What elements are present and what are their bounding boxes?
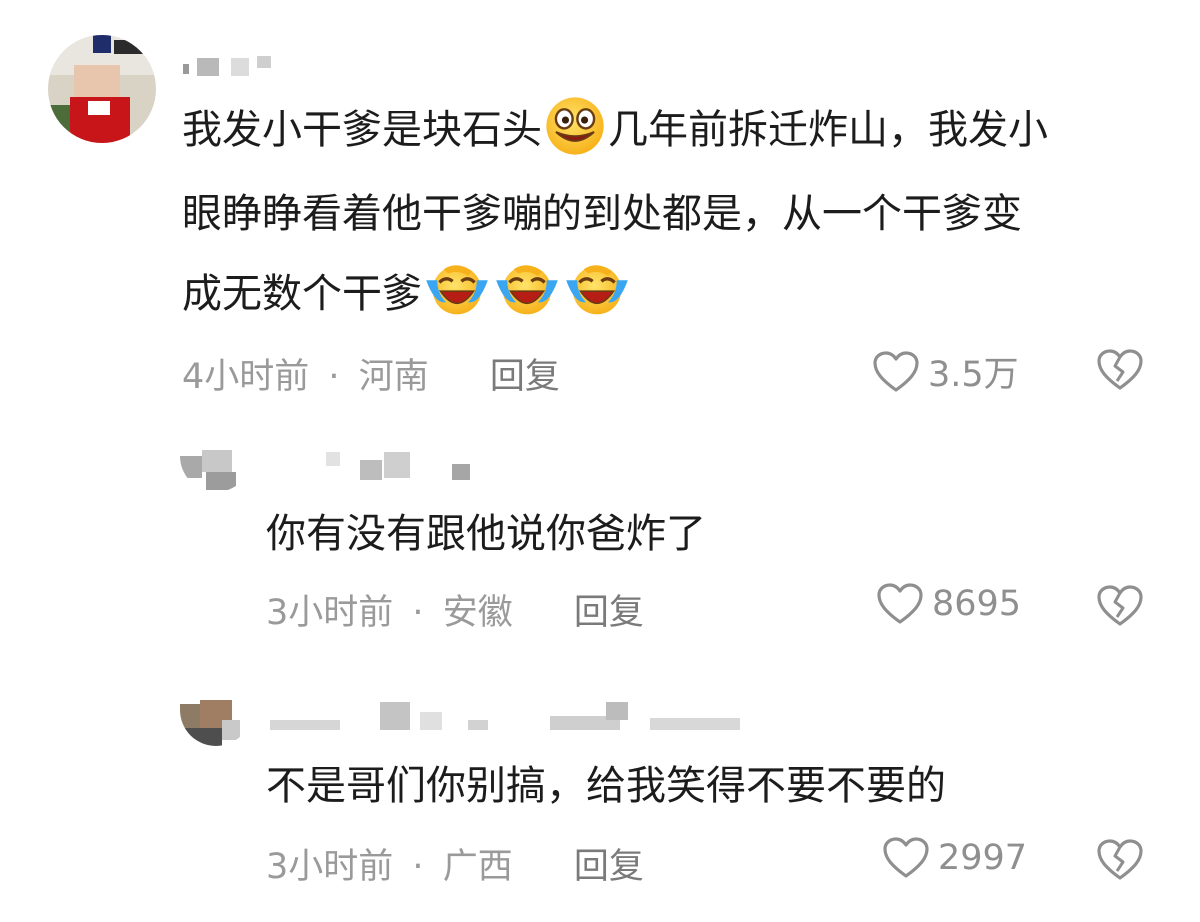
like-count: 3.5万 bbox=[928, 355, 1019, 395]
reply-button[interactable]: 回复 bbox=[490, 357, 560, 397]
like-button[interactable]: 2997 bbox=[882, 836, 1027, 880]
crying-laughing-emoji bbox=[564, 259, 630, 319]
like-count: 2997 bbox=[938, 838, 1028, 878]
like-button[interactable]: 8695 bbox=[876, 582, 1021, 626]
timestamp: 3小时前 bbox=[266, 593, 394, 633]
broken-heart-icon[interactable] bbox=[1096, 838, 1144, 882]
separator: · bbox=[412, 847, 424, 887]
comment-text: 我发小干爹是块石头 几年前拆迁炸山，我发小 bbox=[182, 88, 1048, 172]
separator: · bbox=[328, 357, 340, 397]
avatar[interactable] bbox=[48, 35, 156, 143]
comment-text: 眼睁睁看着他干爹嘣的到处都是，从一个干爹变 bbox=[182, 191, 1022, 237]
comment-meta: 3小时前 · 广西 回复 bbox=[266, 838, 644, 889]
like-button[interactable]: 3.5万 bbox=[872, 346, 1019, 397]
heart-outline-icon bbox=[882, 836, 930, 880]
location: 安徽 bbox=[442, 593, 513, 633]
comment-meta: 4小时前 · 河南 回复 bbox=[182, 348, 560, 399]
heart-outline-icon bbox=[876, 582, 924, 626]
avatar[interactable] bbox=[180, 450, 252, 492]
username-obscured[interactable] bbox=[320, 452, 480, 482]
username-obscured[interactable] bbox=[183, 50, 303, 80]
comment-text: 成无数个干爹 bbox=[182, 252, 632, 336]
reply-button[interactable]: 回复 bbox=[574, 593, 644, 633]
location: 河南 bbox=[358, 357, 429, 397]
crying-laughing-emoji bbox=[494, 259, 560, 319]
timestamp: 4小时前 bbox=[182, 357, 310, 397]
comment-text: 你有没有跟他说你爸炸了 bbox=[266, 511, 706, 557]
timestamp: 3小时前 bbox=[266, 847, 394, 887]
broken-heart-icon[interactable] bbox=[1096, 584, 1144, 628]
comment-meta: 3小时前 · 安徽 回复 bbox=[266, 584, 644, 635]
like-count: 8695 bbox=[932, 584, 1022, 624]
location: 广西 bbox=[442, 847, 513, 887]
grin-emoji bbox=[544, 95, 606, 157]
broken-heart-icon[interactable] bbox=[1096, 348, 1144, 392]
avatar[interactable] bbox=[180, 700, 252, 746]
heart-outline-icon bbox=[872, 350, 920, 394]
comment-text: 不是哥们你别搞，给我笑得不要不要的 bbox=[266, 763, 946, 809]
separator: · bbox=[412, 593, 424, 633]
username-obscured[interactable] bbox=[270, 702, 750, 732]
crying-laughing-emoji bbox=[424, 259, 490, 319]
reply-button[interactable]: 回复 bbox=[574, 847, 644, 887]
